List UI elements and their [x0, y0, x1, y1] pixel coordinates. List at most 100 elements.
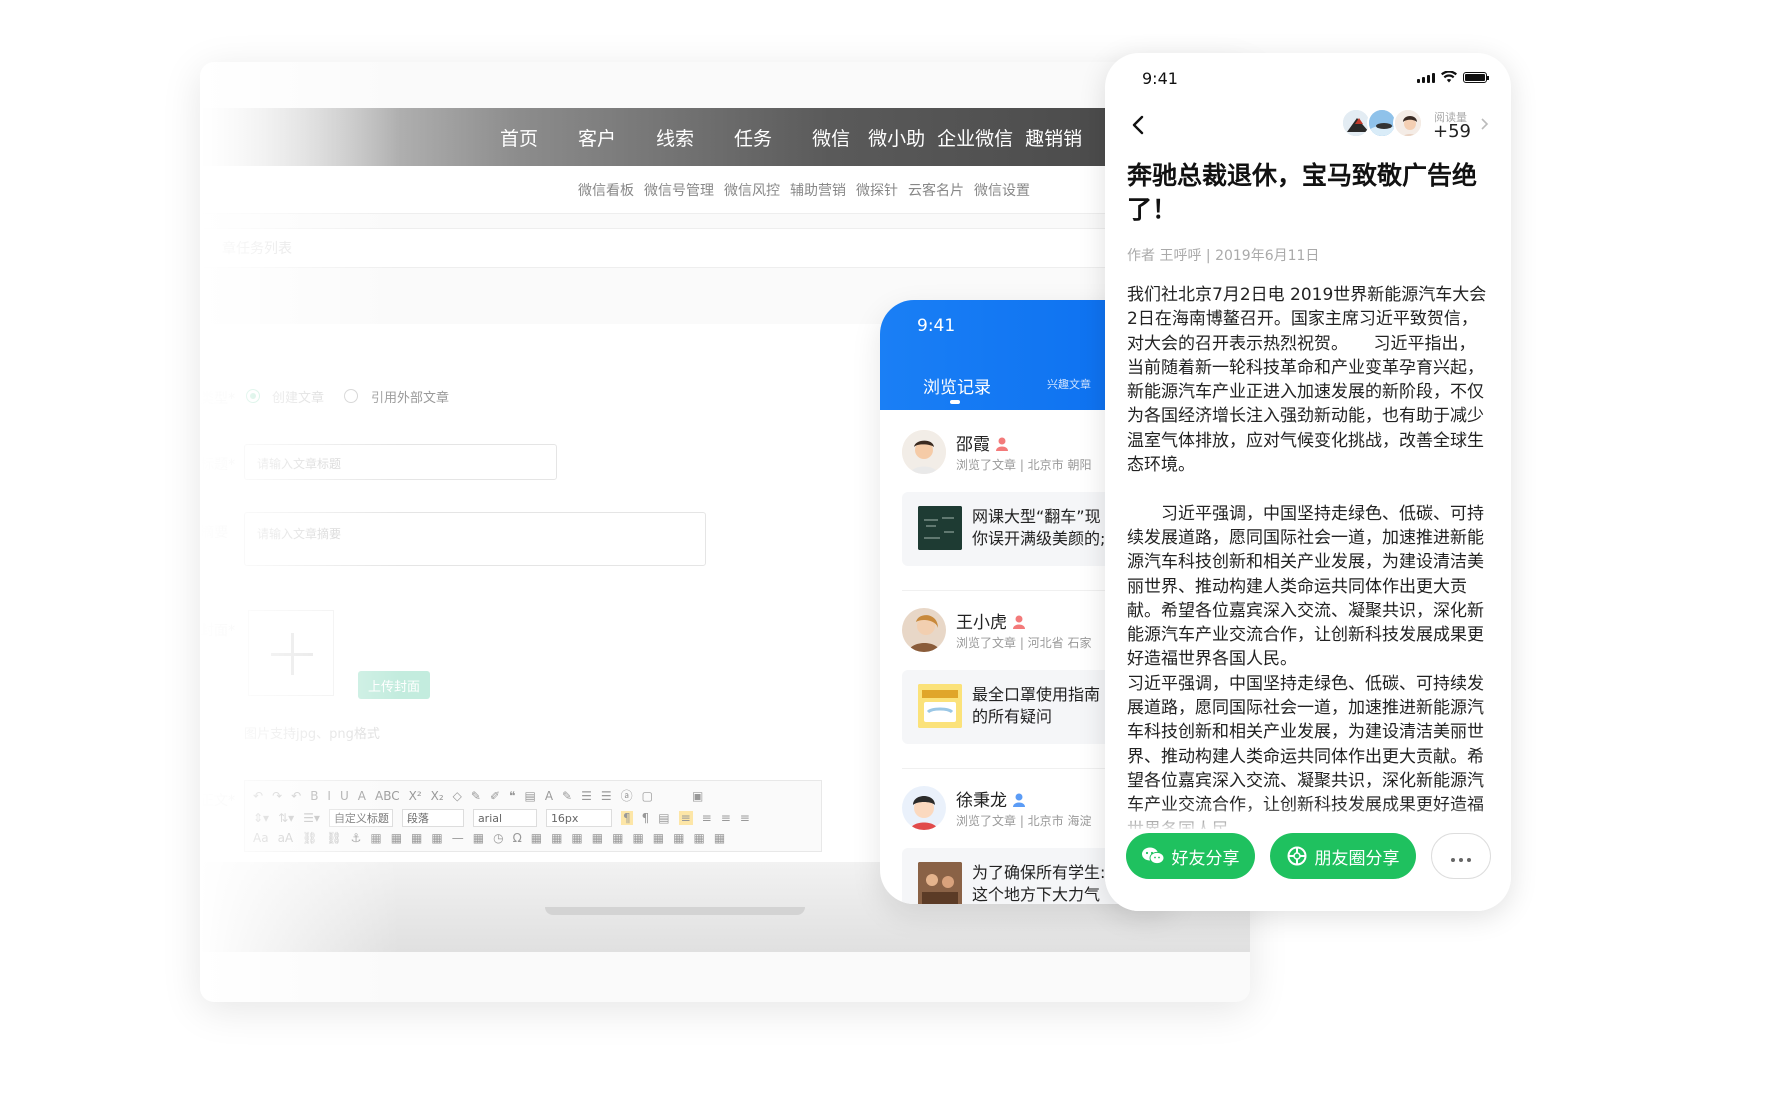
- special-char-icon[interactable]: Ω: [513, 831, 522, 845]
- rtl-icon[interactable]: ¶: [642, 811, 650, 825]
- share-friend-button[interactable]: 好友分享: [1126, 833, 1255, 879]
- heading-select[interactable]: 自定义标题: [328, 809, 393, 827]
- strikethrough-icon[interactable]: ABC: [375, 789, 400, 803]
- align-center-icon[interactable]: ≡: [702, 811, 712, 825]
- emoji-icon[interactable]: ▦: [531, 831, 542, 845]
- ltr-icon[interactable]: ¶: [620, 811, 633, 825]
- more-icon: [1449, 847, 1473, 866]
- subnav-cards[interactable]: 云客名片: [908, 180, 964, 200]
- nav-quxiao[interactable]: 趣销销: [1025, 124, 1082, 151]
- visitor-name: 王小虎: [956, 608, 1025, 633]
- nav-customers[interactable]: 客户: [578, 124, 616, 151]
- font-border-icon[interactable]: A: [358, 789, 366, 803]
- subnav-risk[interactable]: 微信风控: [724, 180, 780, 200]
- paste-icon[interactable]: ▤: [524, 789, 535, 803]
- table-row-icon[interactable]: ▦: [612, 831, 623, 845]
- spacing-icon[interactable]: ⇅▾: [278, 811, 294, 825]
- status-time: 9:41: [917, 316, 956, 336]
- redo-icon[interactable]: ↷: [272, 789, 282, 803]
- bold-icon[interactable]: B: [310, 789, 318, 803]
- subscript-icon[interactable]: X₂: [431, 789, 444, 803]
- unordered-list-icon[interactable]: ☰: [601, 789, 612, 803]
- reader-avatars[interactable]: [1341, 108, 1423, 140]
- highlight-icon[interactable]: ✎: [562, 789, 572, 803]
- superscript-icon[interactable]: X²: [409, 789, 422, 803]
- subnav-marketing[interactable]: 辅助营销: [790, 180, 846, 200]
- summary-input[interactable]: 请输入文章摘要: [244, 512, 706, 566]
- table-col-icon[interactable]: ▦: [632, 831, 643, 845]
- date-icon[interactable]: ▦: [473, 831, 484, 845]
- visitor-meta: 浏览了文章 | 北京市 朝阳: [956, 458, 1092, 472]
- font-size-select[interactable]: 16px: [545, 809, 612, 827]
- table-split-icon[interactable]: ▦: [673, 831, 684, 845]
- format-brush-icon[interactable]: ✎: [471, 789, 481, 803]
- nav-leads[interactable]: 线索: [656, 124, 694, 151]
- blockquote-icon[interactable]: ❝: [509, 789, 515, 803]
- indent-block-icon[interactable]: ▤: [658, 811, 669, 825]
- link-icon[interactable]: ⛓: [302, 831, 317, 845]
- preview-icon[interactable]: ▣: [692, 789, 703, 803]
- breadcrumb: 章任务列表: [200, 228, 1250, 268]
- subnav-settings[interactable]: 微信设置: [974, 180, 1030, 200]
- table-delete-icon[interactable]: ▦: [592, 831, 603, 845]
- case-upper-icon[interactable]: Aa: [253, 831, 269, 845]
- table-merge-icon[interactable]: ▦: [653, 831, 664, 845]
- subnav-dashboard[interactable]: 微信看板: [578, 180, 634, 200]
- paragraph-select[interactable]: 段落: [401, 809, 464, 827]
- time-icon[interactable]: ◷: [493, 831, 503, 845]
- music-icon[interactable]: ▦: [431, 831, 442, 845]
- align-left-icon[interactable]: ≡: [678, 811, 693, 825]
- tab-interest-articles[interactable]: 兴趣文章: [1047, 376, 1091, 392]
- female-user-icon: [1013, 615, 1025, 629]
- font-color-icon[interactable]: A: [545, 789, 553, 803]
- eraser-icon[interactable]: ◇: [453, 789, 462, 803]
- nav-work-wechat[interactable]: 企业微信: [937, 124, 1013, 151]
- nav-wechat[interactable]: 微信: [812, 124, 850, 151]
- unlink-icon[interactable]: ⛓: [326, 831, 341, 845]
- back-arrow-icon[interactable]: [1127, 113, 1151, 137]
- line-height-icon[interactable]: ⇕▾: [253, 811, 269, 825]
- table-props-icon[interactable]: ▦: [714, 831, 725, 845]
- video-icon[interactable]: ▦: [411, 831, 422, 845]
- nav-home[interactable]: 首页: [500, 124, 538, 151]
- subnav-probe[interactable]: 微探针: [856, 180, 898, 200]
- table-cell-icon[interactable]: ▦: [693, 831, 704, 845]
- align-right-icon[interactable]: ≡: [721, 811, 731, 825]
- anchor-icon[interactable]: ⓐ: [621, 787, 633, 804]
- radio-create[interactable]: [246, 389, 260, 403]
- auto-format-icon[interactable]: ✐: [490, 789, 500, 803]
- italic-icon[interactable]: I: [327, 789, 331, 803]
- cover-upload-box[interactable]: [248, 610, 334, 696]
- page-icon[interactable]: ▢: [642, 789, 653, 803]
- avatar: [902, 430, 946, 474]
- indent-icon[interactable]: ☰▾: [303, 811, 320, 825]
- upload-cover-button[interactable]: 上传封面: [358, 671, 430, 699]
- title-input[interactable]: 请输入文章标题: [244, 444, 557, 480]
- case-lower-icon[interactable]: aA: [278, 831, 294, 845]
- underline-icon[interactable]: U: [340, 789, 349, 803]
- align-justify-icon[interactable]: ≡: [740, 811, 750, 825]
- image-icon[interactable]: ▦: [370, 831, 381, 845]
- rich-text-toolbar: ↶ ↷ ↶ B I U A ABC X² X₂ ◇ ✎ ✐ ❝ ▤ A ✎ ☰ …: [244, 780, 822, 852]
- ordered-list-icon[interactable]: ☰: [581, 789, 592, 803]
- font-family-select[interactable]: arial: [472, 809, 537, 827]
- nav-tasks[interactable]: 任务: [734, 124, 772, 151]
- chevron-right-icon[interactable]: [1477, 117, 1491, 131]
- subnav-accounts[interactable]: 微信号管理: [644, 180, 714, 200]
- toolbar-row-3: Aa aA ⛓ ⛓ ⚓ ▦ ▦ ▦ ▦ — ▦ ◷ Ω ▦ ▦ ▦ ▦ ▦ ▦ …: [253, 831, 725, 845]
- article-title: 奔驰总裁退休，宝马致敬广告绝了！: [1127, 161, 1478, 224]
- multi-image-icon[interactable]: ▦: [391, 831, 402, 845]
- horizontal-rule-icon[interactable]: —: [452, 831, 464, 845]
- code-icon[interactable]: ▦: [551, 831, 562, 845]
- table-icon[interactable]: ▦: [571, 831, 582, 845]
- nav-assistant[interactable]: 微小助: [868, 124, 925, 151]
- article-phone: 9:41 阅读量 +59 奔驰总裁退休，宝马致敬广告绝了！ 作者 王呼呼 | 2…: [1105, 53, 1511, 911]
- more-options-button[interactable]: [1431, 833, 1491, 879]
- anchor-icon[interactable]: ⚓: [351, 831, 362, 845]
- undo-icon[interactable]: ↶: [253, 789, 263, 803]
- radio-external[interactable]: [344, 389, 358, 403]
- undo-icon[interactable]: ↶: [291, 789, 301, 803]
- tab-indicator: [950, 400, 960, 404]
- tab-browse-history[interactable]: 浏览记录: [923, 373, 991, 398]
- share-moments-button[interactable]: 朋友圈分享: [1270, 833, 1416, 879]
